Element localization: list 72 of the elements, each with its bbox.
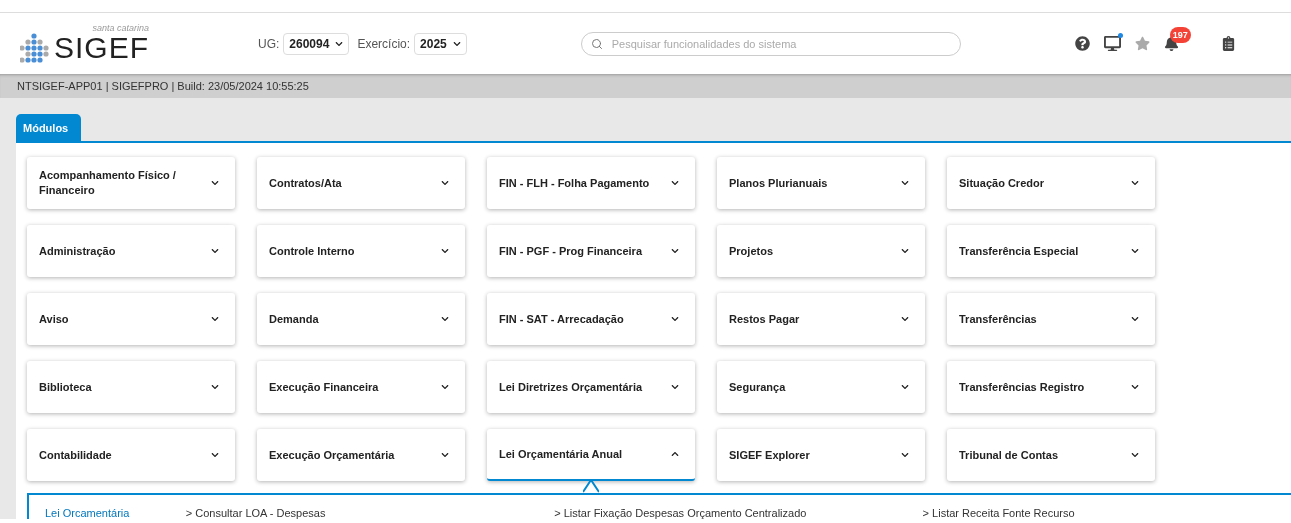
selector-dropdown[interactable]: 2025 [414,32,467,55]
module-dropdown[interactable]: FIN - PGF - Prog Financeira [487,225,695,277]
status-bar: NTSIGEF-APP01 | SIGEFPRO | Build: 23/05/2024 10:55:25 [0,74,1291,98]
module-dropdown[interactable]: Controle Interno [257,225,465,277]
chevron-down-icon [901,383,909,391]
monitor-icon[interactable] [1103,35,1121,52]
module-dropdown[interactable]: Contabilidade [27,429,235,481]
submenu-link[interactable]: > Consultar LOA - Despesas [185,507,555,519]
chevron-down-icon [211,315,219,323]
module-dropdown[interactable]: Lei Orçamentária Anual [487,429,695,481]
chevron-down-icon [211,383,219,391]
logo-subtitle: santa catarina [92,24,149,33]
chevron-down-icon [671,315,679,323]
logo-dots-icon [20,33,50,63]
module-dropdown[interactable]: Transferências [947,293,1155,345]
notification-badge: 197 [1169,27,1191,43]
chevron-down-icon [441,179,449,187]
chevron-down-icon [1131,451,1139,459]
chevron-down-icon [901,315,909,323]
module-dropdown[interactable]: SIGEF Explorer [717,429,925,481]
module-dropdown[interactable]: Restos Pagar [717,293,925,345]
chevron-down-icon [441,383,449,391]
selector-label: UG: [258,36,280,51]
selector-label: Exercício: [357,36,411,51]
module-dropdown[interactable]: Execução Orçamentária [257,429,465,481]
chevron-down-icon [901,247,909,255]
chevron-down-icon [211,247,219,255]
module-dropdown[interactable]: Segurança [717,361,925,413]
logo-text: SIGEF [54,33,149,63]
module-dropdown[interactable]: Situação Credor [947,157,1155,209]
chevron-down-icon [671,383,679,391]
chevron-down-icon [901,179,909,187]
chevron-down-icon [1131,315,1139,323]
chevron-down-icon [335,39,344,48]
module-dropdown[interactable]: Tribunal de Contas [947,429,1155,481]
chevron-down-icon [1131,247,1139,255]
chevron-down-icon [671,179,679,187]
submenu-section-title: Lei Orcamentária [44,507,131,519]
search-field[interactable]: Pesquisar funcionalidades do sistema [580,31,961,56]
module-dropdown[interactable]: Contratos/Ata [257,157,465,209]
module-dropdown[interactable]: Administração [27,225,235,277]
module-dropdown[interactable]: Aviso [27,293,235,345]
chevron-down-icon [1131,179,1139,187]
module-dropdown[interactable]: FIN - SAT - Arrecadação [487,293,695,345]
clipboard-icon[interactable] [1220,36,1236,51]
chevron-down-icon [211,179,219,187]
chevron-down-icon [452,39,461,48]
module-dropdown[interactable]: Transferências Registro [947,361,1155,413]
submenu-link[interactable]: > Listar Fixação Despesas Orçamento Centralizado [554,507,923,519]
selector-dropdown[interactable]: 260094 [283,32,350,55]
modules-tab[interactable]: Módulos [16,114,82,141]
module-dropdown[interactable]: FIN - FLH - Folha Pagamento [487,157,695,209]
submenu-link[interactable]: > Listar Receita Fonte Recurso [922,507,1291,519]
star-icon[interactable] [1134,36,1150,51]
chevron-down-icon [1131,383,1139,391]
module-dropdown[interactable]: Transferência Especial [947,225,1155,277]
chevron-up-icon [671,450,679,458]
module-dropdown[interactable]: Execução Financeira [257,361,465,413]
module-dropdown[interactable]: Demanda [257,293,465,345]
help-icon[interactable] [1074,36,1090,51]
module-dropdown[interactable]: Planos Plurianuais [717,157,925,209]
chevron-down-icon [671,247,679,255]
chevron-down-icon [441,315,449,323]
module-dropdown[interactable]: Projetos [717,225,925,277]
module-dropdown[interactable]: Biblioteca [27,361,235,413]
module-dropdown[interactable]: Lei Diretrizes Orçamentária [487,361,695,413]
chevron-down-icon [901,451,909,459]
module-dropdown[interactable]: Acompanhamento Físico / Financeiro [27,157,235,209]
chevron-down-icon [441,451,449,459]
chevron-down-icon [441,247,449,255]
chevron-down-icon [211,451,219,459]
search-icon [590,37,603,50]
